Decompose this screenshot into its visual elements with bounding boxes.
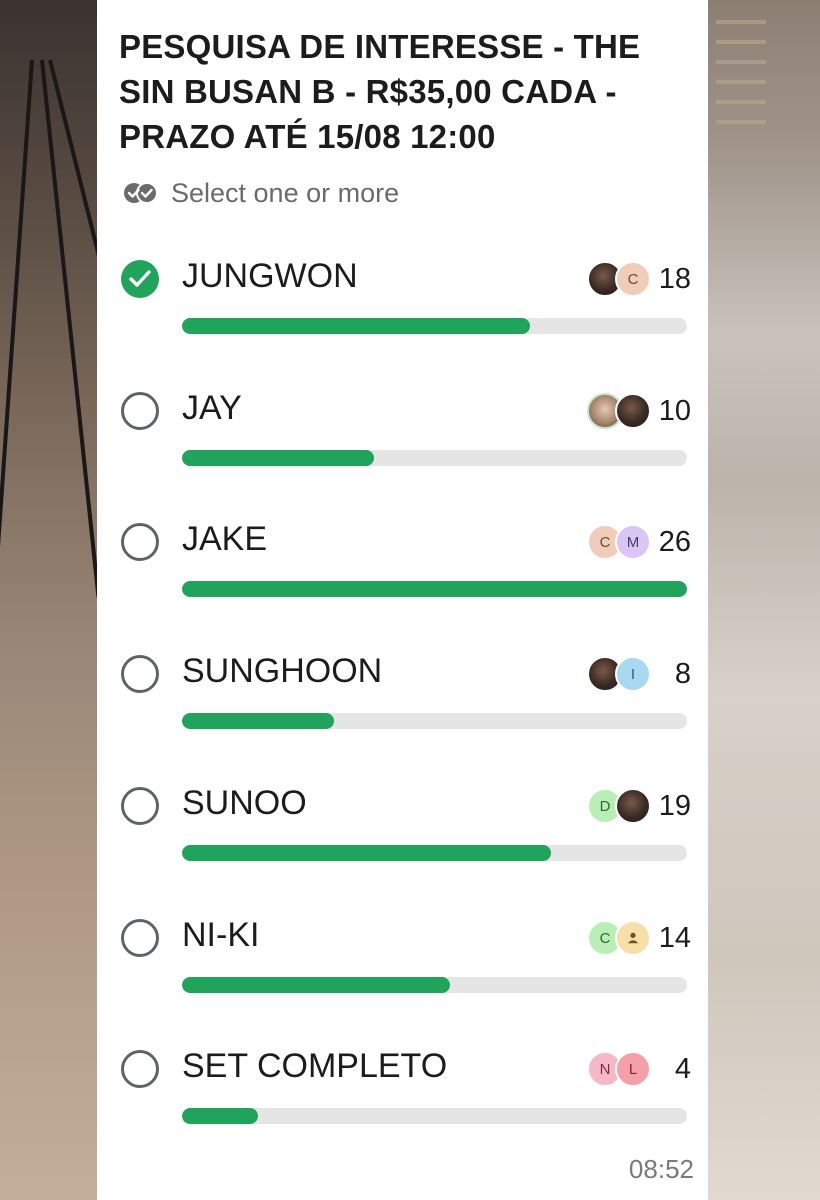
vote-count: 14: [658, 921, 691, 954]
vote-count: 19: [658, 789, 691, 822]
vote-progress-fill: [182, 845, 551, 861]
voter-avatars: C: [587, 261, 651, 297]
avatar: [615, 920, 651, 956]
blind-slat: [716, 20, 766, 24]
radio-circle-icon[interactable]: [121, 392, 159, 430]
radio-circle-icon[interactable]: [121, 1050, 159, 1088]
vote-progress-bar: [182, 1108, 687, 1124]
avatar: [615, 788, 651, 824]
vote-progress-bar: [182, 581, 687, 597]
voter-avatars: D: [587, 788, 651, 824]
poll-option-label: JAY: [182, 389, 242, 427]
voter-avatars: CM: [587, 524, 651, 560]
background-photo-left: [0, 0, 188, 1200]
poll-option[interactable]: JAKE C M 26: [119, 507, 691, 617]
vote-progress-bar: [182, 977, 687, 993]
poll-card: PESQUISA DE INTERESSE - THE SIN BUSAN B …: [97, 0, 708, 1200]
poll-option-voters[interactable]: I8: [587, 653, 691, 695]
vote-count: 18: [658, 262, 691, 295]
voter-avatars: C: [587, 920, 651, 956]
poll-option-label: SET COMPLETO: [182, 1047, 448, 1085]
poll-option[interactable]: JAY 10: [119, 376, 691, 486]
voter-avatars: [587, 393, 651, 429]
vote-count: 8: [674, 657, 691, 690]
poll-option-voters[interactable]: NL 4: [587, 1048, 691, 1090]
poll-option[interactable]: NI-KI C 14: [119, 903, 691, 1013]
poll-option-label: JUNGWON: [182, 257, 358, 295]
poll-option-label: NI-KI: [182, 916, 260, 954]
vote-progress-fill: [182, 581, 687, 597]
poll-option-voters[interactable]: 10: [587, 390, 691, 432]
poll-option[interactable]: JUNGWON C 18: [119, 244, 691, 354]
poll-option-voters[interactable]: D 19: [587, 785, 691, 827]
vote-progress-bar: [182, 845, 687, 861]
vote-count: 26: [658, 525, 691, 558]
poll-option[interactable]: SUNGHOON I 8: [119, 639, 691, 749]
voter-avatars: I: [587, 656, 651, 692]
blind-slat: [716, 60, 766, 64]
poll-option[interactable]: SUNOO D 19: [119, 771, 691, 881]
vote-progress-fill: [182, 1108, 258, 1124]
check-circle-icon[interactable]: [121, 260, 159, 298]
vote-progress-fill: [182, 318, 531, 334]
poll-option-label: JAKE: [182, 520, 268, 558]
avatar: L: [615, 1051, 651, 1087]
message-timestamp: 08:52: [628, 1154, 694, 1184]
double-check-icon: [124, 182, 158, 204]
tripod-leg: [0, 59, 34, 619]
vote-progress-bar: [182, 713, 687, 729]
poll-option-voters[interactable]: C M 26: [587, 521, 691, 563]
person-icon: [627, 932, 639, 944]
blind-slat: [716, 80, 766, 84]
select-hint: Select one or more: [123, 176, 399, 210]
poll-option[interactable]: SET COMPLETO N L 4: [119, 1034, 691, 1144]
radio-circle-icon[interactable]: [121, 787, 159, 825]
poll-option-label: SUNOO: [182, 784, 307, 822]
blind-slat: [716, 40, 766, 44]
vote-count: 10: [658, 394, 691, 427]
vote-progress-bar: [182, 318, 687, 334]
avatar: M: [615, 524, 651, 560]
vote-progress-bar: [182, 450, 687, 466]
vote-progress-fill: [182, 713, 334, 729]
radio-circle-icon[interactable]: [121, 523, 159, 561]
blind-slat: [716, 120, 766, 124]
radio-circle-icon[interactable]: [121, 655, 159, 693]
avatar: C: [615, 261, 651, 297]
poll-option-voters[interactable]: C 14: [587, 917, 691, 959]
select-hint-label: Select one or more: [171, 177, 400, 208]
poll-option-label: SUNGHOON: [182, 652, 383, 690]
voter-avatars: NL: [587, 1051, 651, 1087]
poll-title: PESQUISA DE INTERESSE - THE SIN BUSAN B …: [119, 28, 641, 155]
vote-progress-fill: [182, 450, 374, 466]
avatar: [615, 393, 651, 429]
poll-option-voters[interactable]: C 18: [587, 258, 691, 300]
radio-circle-icon[interactable]: [121, 919, 159, 957]
avatar: I: [615, 656, 651, 692]
vote-count: 4: [674, 1052, 691, 1085]
background-photo-right: [708, 0, 820, 1200]
vote-progress-fill: [182, 977, 450, 993]
blind-slat: [716, 100, 766, 104]
